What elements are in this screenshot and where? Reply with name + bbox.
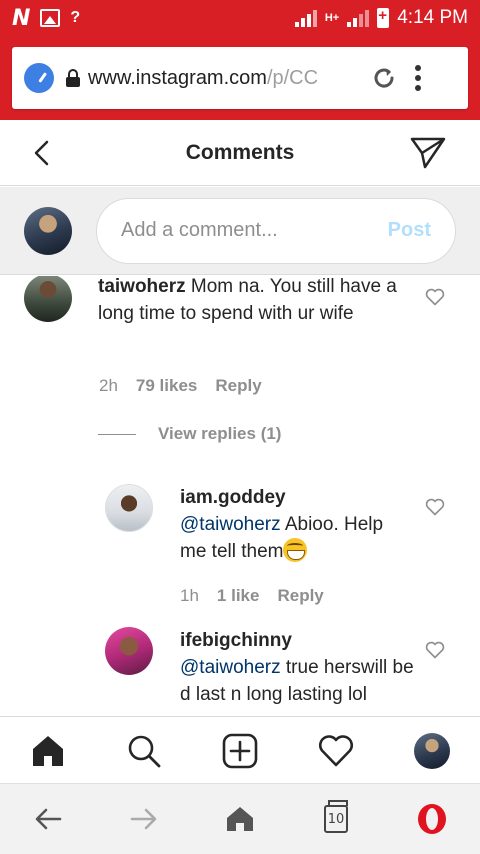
opera-menu-button[interactable] xyxy=(415,802,449,836)
browser-bottom-bar: 10 xyxy=(0,783,480,854)
like-heart-icon[interactable] xyxy=(425,641,445,659)
home-icon xyxy=(227,807,253,831)
home-icon xyxy=(33,736,63,766)
profile-avatar xyxy=(414,733,450,769)
reply-item: ifebigchinny @taiwoherz true herswill be… xyxy=(0,619,480,716)
arrow-right-icon xyxy=(130,808,157,830)
add-comment-bar: Add a comment... Post xyxy=(0,187,480,275)
comment-body: iam.goddey @taiwoherz Abioo. Help me tel… xyxy=(180,484,400,565)
reload-icon[interactable] xyxy=(371,65,397,91)
comment-time: 1h xyxy=(180,586,199,605)
browser-back-button[interactable] xyxy=(31,802,65,836)
status-time: 4:14 PM xyxy=(397,7,468,28)
comments-list[interactable]: taiwoherz Mom na. You still have a long … xyxy=(0,276,480,716)
laughing-emoji-icon xyxy=(283,538,308,562)
address-bar[interactable]: www.instagram.com/p/CC xyxy=(12,47,468,109)
no-signal-icon: ? xyxy=(70,9,81,26)
comment-placeholder: Add a comment... xyxy=(121,219,278,241)
signal-bars-2-icon xyxy=(347,9,370,27)
tabs-count-icon: 10 xyxy=(324,800,348,833)
view-replies-button[interactable]: View replies (1) xyxy=(98,424,281,444)
view-replies-label: View replies (1) xyxy=(158,424,282,443)
battery-charging-icon xyxy=(377,7,390,28)
activity-heart-icon xyxy=(319,735,353,767)
reply-button[interactable]: Reply xyxy=(277,586,323,606)
comment-likes[interactable]: 79 likes xyxy=(136,376,197,396)
direct-send-icon[interactable] xyxy=(410,136,446,170)
network-type: H+ xyxy=(324,12,340,24)
lock-icon xyxy=(66,69,80,87)
url-text[interactable]: www.instagram.com/p/CC xyxy=(88,67,363,90)
comment-likes[interactable]: 1 like xyxy=(217,586,260,606)
search-icon xyxy=(128,735,161,768)
post-button[interactable]: Post xyxy=(388,219,431,242)
browser-toolbar: www.instagram.com/p/CC xyxy=(0,36,480,120)
nav-activity[interactable] xyxy=(317,732,355,770)
signal-bars-icon xyxy=(294,9,317,27)
more-menu-icon[interactable] xyxy=(415,65,421,91)
url-path: /p/CC xyxy=(266,66,319,89)
notification-n-icon: N xyxy=(12,5,31,31)
back-arrow-icon[interactable] xyxy=(30,138,54,168)
arrow-left-icon xyxy=(35,808,62,830)
new-post-icon xyxy=(222,733,258,769)
comment-meta: 2h 79 likes Reply xyxy=(99,376,262,396)
nav-home[interactable] xyxy=(29,732,67,770)
divider-line xyxy=(98,433,136,435)
nav-new-post[interactable] xyxy=(221,732,259,770)
comment-body: ifebigchinny @taiwoherz true herswill be… xyxy=(180,627,420,708)
comment-input[interactable]: Add a comment... Post xyxy=(96,197,456,264)
browser-home-button[interactable] xyxy=(223,802,257,836)
url-domain: www.instagram.com xyxy=(88,66,267,89)
comments-header: Comments xyxy=(0,120,480,186)
comment-time: 2h xyxy=(99,376,118,395)
comment-mention[interactable]: @taiwoherz xyxy=(180,514,281,535)
browser-tabs-button[interactable]: 10 xyxy=(319,800,353,836)
comment-username[interactable]: ifebigchinny xyxy=(180,627,420,654)
image-notification-icon xyxy=(40,9,61,27)
reply-button[interactable]: Reply xyxy=(215,376,261,396)
comment-meta: 1h 1 like Reply xyxy=(180,586,324,606)
commenter-avatar[interactable] xyxy=(24,276,72,322)
current-user-avatar xyxy=(24,206,72,255)
page-title: Comments xyxy=(185,140,295,164)
status-bar: N ? H+ 4:14 PM xyxy=(0,0,480,36)
nav-profile[interactable] xyxy=(413,732,451,770)
browser-forward-button[interactable] xyxy=(127,802,161,836)
instagram-bottom-nav xyxy=(0,716,480,782)
opera-logo-icon xyxy=(418,804,446,834)
like-heart-icon[interactable] xyxy=(425,498,445,516)
comment-username[interactable]: taiwoherz xyxy=(98,276,186,297)
comment-username[interactable]: iam.goddey xyxy=(180,484,400,511)
comment-mention[interactable]: @taiwoherz xyxy=(180,657,281,678)
reply-item: iam.goddey @taiwoherz Abioo. Help me tel… xyxy=(0,476,480,616)
nav-search[interactable] xyxy=(125,732,163,770)
speed-dial-icon[interactable] xyxy=(24,63,54,93)
commenter-avatar[interactable] xyxy=(105,484,153,532)
commenter-avatar[interactable] xyxy=(105,627,153,675)
like-heart-icon[interactable] xyxy=(425,288,445,306)
comment-body: taiwoherz Mom na. You still have a long … xyxy=(98,276,398,327)
